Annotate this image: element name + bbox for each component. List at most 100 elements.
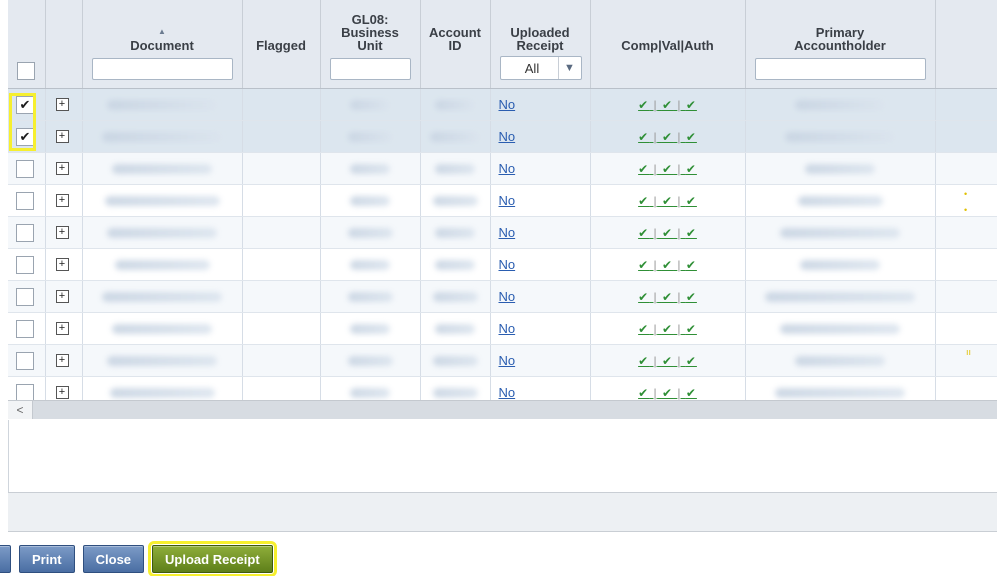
action-toolbar: Print Close Upload Receipt xyxy=(0,541,281,576)
redacted-value xyxy=(435,227,475,238)
uploaded-receipt-link[interactable]: No xyxy=(499,257,516,272)
table-row[interactable]: ✔ + No ✔ | ✔ | ✔ xyxy=(8,120,997,153)
column-header-comp-val-auth[interactable]: Comp|Val|Auth xyxy=(590,0,746,89)
business-unit-filter-input[interactable] xyxy=(329,58,411,80)
expand-icon[interactable]: + xyxy=(55,322,69,335)
flagged-cell xyxy=(242,152,321,185)
print-button[interactable]: Print xyxy=(19,545,75,573)
comp-val-auth-checks[interactable]: ✔ | ✔ | ✔ xyxy=(591,290,745,304)
column-header-flagged[interactable]: Flagged xyxy=(242,0,321,89)
check-icon: ✔ xyxy=(638,129,650,144)
row-checkbox[interactable]: ✔ xyxy=(16,127,34,146)
document-cell[interactable] xyxy=(82,152,243,185)
table-row[interactable]: + No ✔ | ✔ | ✔ xyxy=(8,184,997,217)
expand-icon[interactable]: + xyxy=(55,386,69,399)
row-checkbox[interactable] xyxy=(16,255,34,274)
expand-icon[interactable]: + xyxy=(55,258,69,271)
document-cell[interactable] xyxy=(82,280,243,313)
comp-val-auth-checks[interactable]: ✔ | ✔ | ✔ xyxy=(591,386,745,400)
uploaded-receipt-link[interactable]: No xyxy=(499,321,516,336)
previous-button-partial[interactable] xyxy=(0,545,11,573)
primary-accountholder-filter-input[interactable] xyxy=(754,58,926,80)
uploaded-receipt-filter-select[interactable]: All ▼ xyxy=(499,56,582,80)
expand-icon[interactable]: + xyxy=(55,290,69,303)
uploaded-receipt-cell: No xyxy=(490,312,591,345)
uploaded-receipt-link[interactable]: No xyxy=(499,385,516,400)
comp-val-auth-cell[interactable]: ✔ | ✔ | ✔ xyxy=(590,88,746,121)
comp-val-auth-checks[interactable]: ✔ | ✔ | ✔ xyxy=(591,258,745,272)
comp-val-auth-checks[interactable]: ✔ | ✔ | ✔ xyxy=(591,354,745,368)
uploaded-receipt-link[interactable]: No xyxy=(499,97,516,112)
select-all-checkbox[interactable] xyxy=(17,62,35,80)
document-cell[interactable] xyxy=(82,344,243,377)
uploaded-receipt-cell: No xyxy=(490,120,591,153)
expand-icon[interactable]: + xyxy=(55,162,69,175)
document-cell[interactable] xyxy=(82,184,243,217)
comp-val-auth-cell[interactable]: ✔ | ✔ | ✔ xyxy=(590,280,746,313)
document-cell[interactable] xyxy=(82,248,243,281)
table-row[interactable]: + No ✔ | ✔ | ✔ xyxy=(8,216,997,249)
expand-icon[interactable]: + xyxy=(55,226,69,239)
comp-val-auth-checks[interactable]: ✔ | ✔ | ✔ xyxy=(591,98,745,112)
primary-accountholder-cell xyxy=(745,216,936,249)
row-checkbox[interactable] xyxy=(16,287,34,306)
comp-val-auth-cell[interactable]: ✔ | ✔ | ✔ xyxy=(590,312,746,345)
uploaded-receipt-link[interactable]: No xyxy=(499,353,516,368)
column-header-primary-accountholder[interactable]: Primary Accountholder xyxy=(745,0,936,89)
comp-val-auth-cell[interactable]: ✔ | ✔ | ✔ xyxy=(590,184,746,217)
upload-receipt-button[interactable]: Upload Receipt xyxy=(148,541,277,576)
uploaded-receipt-link[interactable]: No xyxy=(499,129,516,144)
table-row[interactable]: + No ✔ | ✔ | ✔ xyxy=(8,344,997,377)
expand-icon[interactable]: + xyxy=(55,98,69,111)
business-unit-cell xyxy=(320,312,421,345)
redacted-value xyxy=(435,323,475,334)
row-checkbox[interactable] xyxy=(16,319,34,338)
expand-icon[interactable]: + xyxy=(55,354,69,367)
row-checkbox[interactable] xyxy=(16,223,34,242)
uploaded-receipt-link[interactable]: No xyxy=(499,161,516,176)
expand-icon[interactable]: + xyxy=(55,130,69,143)
document-cell[interactable] xyxy=(82,216,243,249)
table-row[interactable]: + No ✔ | ✔ | ✔ xyxy=(8,152,997,185)
uploaded-receipt-link[interactable]: No xyxy=(499,193,516,208)
table-row[interactable]: + No ✔ | ✔ | ✔ xyxy=(8,312,997,345)
column-header-business-unit[interactable]: GL08: Business Unit xyxy=(320,0,421,89)
comp-val-auth-cell[interactable]: ✔ | ✔ | ✔ xyxy=(590,344,746,377)
column-title-line: Unit xyxy=(357,38,383,53)
comp-val-auth-cell[interactable]: ✔ | ✔ | ✔ xyxy=(590,216,746,249)
row-checkbox[interactable] xyxy=(16,159,34,178)
column-header-document[interactable]: ▲ Document xyxy=(82,0,243,89)
uploaded-receipt-link[interactable]: No xyxy=(499,225,516,240)
expand-icon[interactable]: + xyxy=(55,194,69,207)
comp-val-auth-cell[interactable]: ✔ | ✔ | ✔ xyxy=(590,120,746,153)
uploaded-receipt-cell: No xyxy=(490,248,591,281)
row-checkbox[interactable] xyxy=(16,383,34,402)
column-header-account-id[interactable]: Account ID xyxy=(420,0,491,89)
document-cell[interactable] xyxy=(82,312,243,345)
comp-val-auth-cell[interactable]: ✔ | ✔ | ✔ xyxy=(590,152,746,185)
flagged-cell xyxy=(242,88,321,121)
document-cell[interactable] xyxy=(82,120,243,153)
close-button[interactable]: Close xyxy=(82,545,145,573)
document-filter-input[interactable] xyxy=(91,58,233,80)
table-row[interactable]: ✔ + No ✔ | ✔ | ✔ xyxy=(8,88,997,121)
table-row[interactable]: + No ✔ | ✔ | ✔ xyxy=(8,248,997,281)
comp-val-auth-checks[interactable]: ✔ | ✔ | ✔ xyxy=(591,226,745,240)
business-unit-cell xyxy=(320,216,421,249)
uploaded-receipt-link[interactable]: No xyxy=(499,289,516,304)
comp-val-auth-checks[interactable]: ✔ | ✔ | ✔ xyxy=(591,322,745,336)
row-checkbox[interactable]: ✔ xyxy=(16,95,34,114)
comp-val-auth-checks[interactable]: ✔ | ✔ | ✔ xyxy=(591,162,745,176)
horizontal-scrollbar[interactable]: < xyxy=(8,400,997,419)
redacted-value xyxy=(432,195,478,206)
row-checkbox[interactable] xyxy=(16,351,34,370)
table-row[interactable]: + No ✔ | ✔ | ✔ xyxy=(8,280,997,313)
document-cell[interactable] xyxy=(82,88,243,121)
check-icon: ✔ xyxy=(661,321,674,336)
comp-val-auth-checks[interactable]: ✔ | ✔ | ✔ xyxy=(591,194,745,208)
row-checkbox[interactable] xyxy=(16,191,34,210)
column-header-uploaded-receipt[interactable]: Uploaded Receipt All ▼ xyxy=(490,0,591,89)
comp-val-auth-checks[interactable]: ✔ | ✔ | ✔ xyxy=(591,130,745,144)
comp-val-auth-cell[interactable]: ✔ | ✔ | ✔ xyxy=(590,248,746,281)
scroll-left-icon[interactable]: < xyxy=(8,401,33,419)
